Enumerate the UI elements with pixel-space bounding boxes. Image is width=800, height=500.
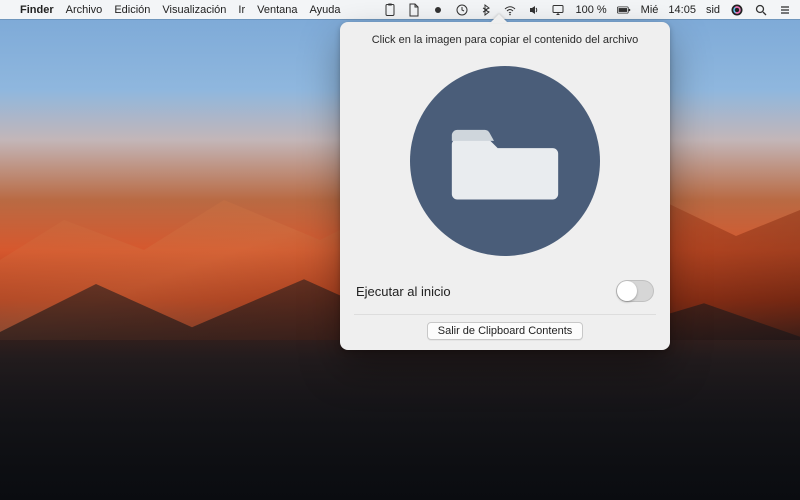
menu-item-visualizacion[interactable]: Visualización [162,4,226,16]
app-name[interactable]: Finder [20,4,54,16]
menu-item-ayuda[interactable]: Ayuda [310,4,341,16]
launch-at-login-toggle[interactable] [616,280,654,302]
time-machine-icon[interactable] [455,3,469,17]
volume-icon[interactable] [527,3,541,17]
battery-icon[interactable] [617,3,631,17]
menu-item-edicion[interactable]: Edición [114,4,150,16]
document-icon[interactable] [407,3,421,17]
copy-clipboard-button[interactable] [410,66,600,256]
popover-icon-area [354,46,656,274]
toggle-knob [617,281,637,301]
airplay-icon[interactable] [551,3,565,17]
folder-icon [450,116,560,206]
quit-button[interactable]: Salir de Clipboard Contents [427,322,584,340]
clipboard-popover: Click en la imagen para copiar el conten… [340,22,670,350]
clock-time[interactable]: 14:05 [668,4,696,16]
menu-bar-right: 100 % Mié 14:05 sid [383,3,792,17]
dot-icon[interactable] [431,3,445,17]
user-name[interactable]: sid [706,4,720,16]
launch-at-login-label: Ejecutar al inicio [356,284,451,299]
battery-percent[interactable]: 100 % [575,4,606,16]
siri-icon[interactable] [730,3,744,17]
clipboard-menubar-icon[interactable] [383,3,397,17]
menu-item-archivo[interactable]: Archivo [66,4,103,16]
popover-title: Click en la imagen para copiar el conten… [354,34,656,46]
menu-item-ir[interactable]: Ir [238,4,245,16]
popover-footer: Salir de Clipboard Contents [354,314,656,340]
spotlight-icon[interactable] [754,3,768,17]
launch-at-login-row: Ejecutar al inicio [354,274,656,314]
notification-center-icon[interactable] [778,3,792,17]
menu-item-ventana[interactable]: Ventana [257,4,297,16]
menu-bar: Finder Archivo Edición Visualización Ir … [0,0,800,19]
desktop: Finder Archivo Edición Visualización Ir … [0,0,800,500]
menu-bar-left: Finder Archivo Edición Visualización Ir … [8,4,341,16]
clock-day[interactable]: Mié [641,4,659,16]
